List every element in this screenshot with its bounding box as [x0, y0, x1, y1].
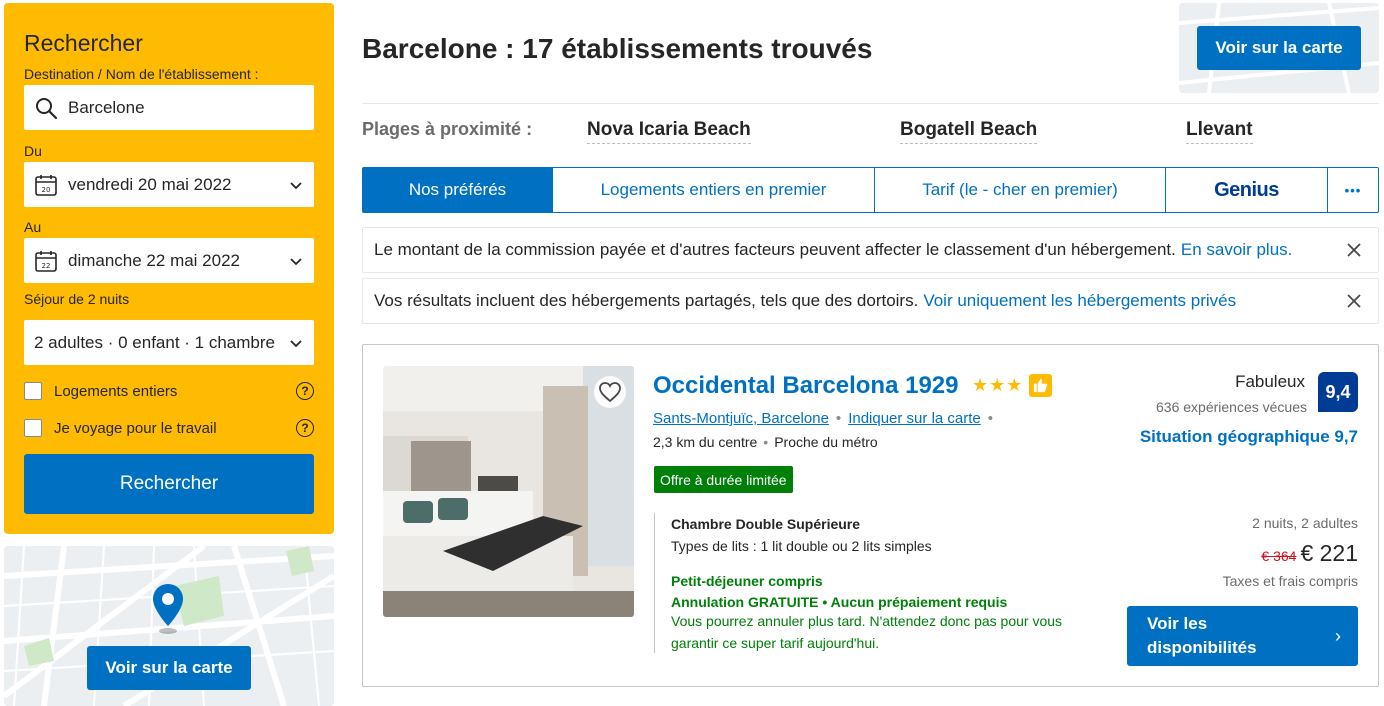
review-score-badge[interactable]: 9,4	[1318, 372, 1358, 412]
business-travel-checkbox[interactable]	[24, 419, 42, 437]
calendar-icon: 20	[24, 162, 68, 207]
commission-notice-text: Le montant de la commission payée et d'a…	[374, 240, 1176, 259]
checkin-label: Du	[24, 143, 42, 159]
search-icon	[24, 85, 68, 130]
occupancy-select[interactable]: 2 adultes · 0 enfant · 1 chambre	[24, 320, 314, 365]
checkin-date-field[interactable]: 20 vendredi 20 mai 2022	[24, 162, 314, 207]
property-photo[interactable]	[383, 366, 634, 617]
bed-types: Types de lits : 1 lit double ou 2 lits s…	[671, 538, 932, 554]
tab-our-picks[interactable]: Nos préférés	[363, 168, 553, 212]
show-map-button[interactable]: Voir sur la carte	[1197, 26, 1361, 70]
commission-notice: Le montant de la commission payée et d'a…	[362, 227, 1379, 273]
divider	[362, 103, 1379, 104]
map-pin-icon	[153, 584, 183, 634]
review-word: Fabuleux	[1235, 372, 1305, 391]
see-availability-button[interactable]: Voir les disponibilités ›	[1127, 606, 1358, 666]
close-icon[interactable]	[1344, 240, 1364, 260]
map-thumbnail[interactable]: Voir sur la carte	[1179, 3, 1379, 93]
property-name-link[interactable]: Occidental Barcelona 1929	[653, 372, 958, 400]
nearby-beaches-label: Plages à proximité :	[362, 119, 533, 139]
help-icon[interactable]: ?	[296, 382, 314, 400]
entire-homes-checkbox[interactable]	[24, 382, 42, 400]
location-score: Situation géographique 9,7	[1139, 427, 1358, 446]
business-travel-option: Je voyage pour le travail ?	[24, 416, 314, 440]
separator-dot: •	[835, 410, 842, 427]
property-card: Occidental Barcelona 1929 ★★★ Sants-Mont…	[362, 344, 1379, 687]
price-row: € 364 € 221	[1261, 540, 1358, 567]
chevron-down-icon	[278, 254, 314, 268]
chevron-down-icon	[278, 336, 314, 350]
checkin-day: 20	[42, 186, 51, 194]
review-count: 636 expériences vécues	[1156, 399, 1307, 415]
separator-dot: •	[763, 434, 769, 450]
beach-link[interactable]: Nova Icaria Beach	[587, 119, 751, 144]
help-icon[interactable]: ?	[296, 419, 314, 437]
separator-dot: •	[987, 410, 994, 427]
checkout-date-field[interactable]: 22 dimanche 22 mai 2022	[24, 238, 314, 283]
destination-value: Barcelone	[68, 97, 145, 117]
beach-link[interactable]: Llevant	[1186, 119, 1253, 144]
checkin-value: vendredi 20 mai 2022	[68, 174, 232, 194]
cancellation-note: Vous pourrez annuler plus tard. N'attend…	[671, 613, 1063, 651]
private-only-link[interactable]: Voir uniquement les hébergements privés	[923, 291, 1236, 311]
checkout-day: 22	[42, 262, 51, 270]
show-on-map-link[interactable]: Indiquer sur la carte	[848, 410, 981, 427]
learn-more-link[interactable]: En savoir plus.	[1181, 240, 1293, 260]
shared-lodging-notice: Vos résultats incluent des hébergements …	[362, 278, 1379, 324]
tab-entire-homes-first[interactable]: Logements entiers en premier	[553, 168, 875, 212]
checkout-label: Au	[24, 219, 42, 235]
metro-access: Proche du métro	[774, 434, 878, 450]
current-price: € 221	[1300, 540, 1358, 566]
favorite-heart-icon[interactable]	[594, 376, 626, 408]
beach-link[interactable]: Bogatell Beach	[900, 119, 1038, 144]
sort-tabs: Nos préférés Logements entiers en premie…	[362, 167, 1379, 213]
entire-homes-label: Logements entiers	[54, 382, 178, 400]
stay-length: Séjour de 2 nuits	[24, 291, 130, 307]
checkout-value: dimanche 22 mai 2022	[68, 250, 241, 270]
thumbs-up-icon	[1029, 374, 1052, 397]
close-icon[interactable]	[1344, 291, 1364, 311]
destination-label: Destination / Nom de l'établissement :	[24, 66, 259, 82]
tab-price-lowest-first[interactable]: Tarif (le - cher en premier)	[875, 168, 1166, 212]
more-sort-options-icon[interactable]: •••	[1328, 168, 1378, 212]
calendar-icon: 22	[24, 238, 68, 283]
show-map-button[interactable]: Voir sur la carte	[87, 646, 251, 690]
original-price: € 364	[1261, 548, 1297, 564]
chevron-right-icon: ›	[1335, 625, 1341, 646]
star-rating: ★★★	[972, 375, 1024, 395]
distance-row: 2,3 km du centre • Proche du métro	[653, 434, 878, 450]
stay-info: 2 nuits, 2 adultes	[1252, 515, 1358, 531]
distance-to-center: 2,3 km du centre	[653, 434, 758, 450]
occupancy-value: 2 adultes · 0 enfant · 1 chambre	[34, 332, 275, 352]
tab-genius[interactable]: Genius	[1166, 168, 1328, 212]
map-preview[interactable]: Voir sur la carte	[4, 546, 334, 706]
genius-logo: Genius	[1214, 178, 1279, 201]
taxes-included: Taxes et frais compris	[1222, 573, 1358, 589]
location-row: Sants-Montjuïc, Barcelone • Indiquer sur…	[653, 410, 1000, 427]
destination-field[interactable]: Barcelone	[24, 85, 314, 130]
hotel-room-image	[383, 366, 634, 617]
entire-homes-option: Logements entiers ?	[24, 379, 314, 403]
free-cancellation: Annulation GRATUITE • Aucun prépaiement …	[671, 594, 1008, 610]
business-travel-label: Je voyage pour le travail	[54, 419, 217, 437]
limited-deal-badge: Offre à durée limitée	[654, 466, 793, 493]
chevron-down-icon	[278, 178, 314, 192]
search-button[interactable]: Rechercher	[24, 454, 314, 514]
see-availability-label: Voir les disponibilités	[1147, 614, 1257, 657]
breakfast-included: Petit-déjeuner compris	[671, 573, 823, 589]
room-offer: Chambre Double Supérieure Types de lits …	[654, 513, 1114, 653]
area-link[interactable]: Sants-Montjuïc, Barcelone	[653, 410, 829, 427]
shared-lodging-notice-text: Vos résultats incluent des hébergements …	[374, 291, 919, 310]
search-panel: Rechercher Destination / Nom de l'établi…	[4, 3, 334, 534]
search-title: Rechercher	[24, 30, 143, 56]
page-title: Barcelone : 17 établissements trouvés	[362, 33, 873, 64]
room-name: Chambre Double Supérieure	[671, 516, 861, 532]
